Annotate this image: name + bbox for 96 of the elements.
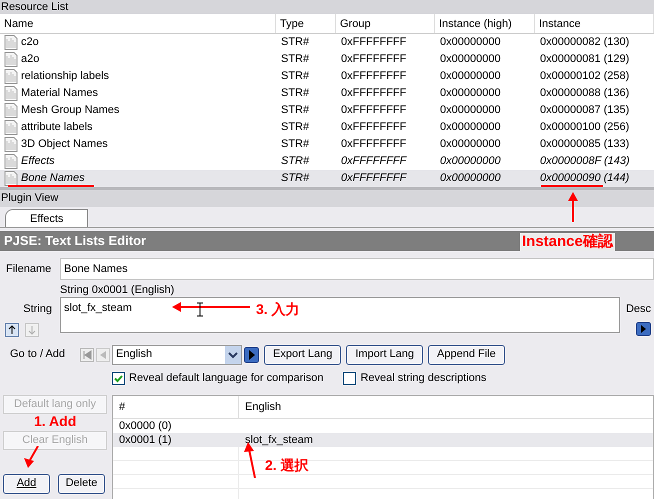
table-cell: 0x00000088 (136)	[540, 87, 630, 100]
resource-row[interactable]: Bone Names STR# 0xFFFFFFFF 0x00000000 0x00000090 (144)	[0, 170, 654, 187]
table-cell: 0x0001 (1)	[119, 434, 172, 446]
column-header[interactable]: Instance	[535, 14, 654, 33]
table-cell: 0x00000000	[440, 36, 501, 49]
toolbar-button[interactable]: Append File	[428, 344, 505, 364]
table-cell: 0xFFFFFFFF	[341, 53, 406, 66]
annotation-label: Instance確認	[520, 233, 615, 251]
add-button[interactable]: Add	[3, 474, 50, 494]
toolbar-button[interactable]: Export Lang	[264, 344, 342, 364]
table-cell: Bone Names	[21, 172, 85, 185]
table-cell: 0xFFFFFFFF	[341, 87, 406, 100]
table-cell: Mesh Group Names	[21, 104, 120, 117]
table-cell: attribute labels	[21, 121, 93, 134]
panel-title: Resource List	[0, 0, 654, 14]
filename-label: Filename	[5, 262, 52, 277]
table-cell: 0xFFFFFFFF	[341, 70, 406, 83]
table-cell: 0x00000000	[440, 104, 501, 117]
table-cell: a2o	[21, 53, 40, 66]
table-cell: 0xFFFFFFFF	[341, 138, 406, 151]
table-cell: 0x00000000	[440, 155, 501, 168]
table-cell: 0x00000000	[440, 138, 501, 151]
table-cell: relationship labels	[21, 70, 110, 83]
column-header[interactable]: Group	[336, 14, 435, 33]
table-cell: 0x00000000	[440, 53, 501, 66]
filename-field[interactable]: Bone Names	[60, 258, 654, 280]
table-cell: 0xFFFFFFFF	[341, 172, 406, 185]
table-cell: 0x00000102 (258)	[540, 70, 630, 83]
next-icon[interactable]	[244, 346, 259, 362]
table-cell: 0x0000008F (143)	[540, 155, 630, 168]
table-cell: 0x00000000	[440, 121, 501, 134]
goto-label: Go to / Add	[9, 347, 66, 362]
checkbox[interactable]	[343, 372, 356, 385]
table-cell: 0x00000000	[440, 70, 501, 83]
table-cell: 0x00000000	[440, 87, 501, 100]
table-cell: 0x00000082 (130)	[540, 36, 630, 49]
arrow-up-icon[interactable]	[5, 322, 19, 336]
annotation-label: 1. Add	[34, 414, 76, 429]
checkbox-label: Reveal default language for comparison	[129, 371, 324, 386]
document-icon	[4, 52, 18, 67]
string-row[interactable]: 0x0000 (0)	[113, 418, 653, 432]
table-cell: 0xFFFFFFFF	[341, 36, 406, 49]
string-label: String	[23, 302, 53, 317]
table-cell: 0x00000087 (135)	[540, 104, 630, 117]
column-header[interactable]: Name	[0, 14, 276, 33]
table-cell: 0xFFFFFFFF	[341, 155, 406, 168]
document-icon	[4, 86, 18, 101]
column-header[interactable]: #	[113, 396, 239, 418]
language-dropdown[interactable]: English	[112, 344, 242, 364]
checkbox[interactable]	[112, 372, 125, 385]
table-cell: 0x00000100 (256)	[540, 121, 630, 134]
table-cell: 0x0000 (0)	[119, 420, 172, 432]
tab[interactable]: Effects	[5, 209, 88, 227]
table-cell: 3D Object Names	[21, 138, 108, 151]
table-cell: STR#	[281, 104, 310, 117]
table-cell: STR#	[281, 155, 310, 168]
table-cell: Material Names	[21, 87, 98, 100]
column-header[interactable]: English	[239, 396, 653, 418]
document-icon	[4, 154, 18, 169]
document-icon	[4, 120, 18, 135]
table-cell: 0x00000000	[440, 172, 501, 185]
text-cursor-icon	[196, 302, 204, 317]
table-cell: STR#	[281, 36, 310, 49]
table-cell: slot_fx_steam	[245, 434, 313, 446]
annotation-label: 2. 選択	[265, 456, 309, 474]
table-cell: Effects	[21, 155, 55, 168]
table-cell: 0x00000085 (133)	[540, 138, 630, 151]
table-cell: STR#	[281, 70, 310, 83]
string-caption: String 0x0001 (English)	[60, 283, 176, 297]
table-cell: c2o	[21, 36, 39, 49]
document-icon	[4, 137, 18, 152]
arrow-drawing	[23, 446, 39, 468]
table-cell: STR#	[281, 53, 310, 66]
document-icon	[4, 103, 18, 118]
table-cell: STR#	[281, 138, 310, 151]
play-icon[interactable]	[636, 322, 651, 336]
panel-title: Plugin View	[0, 190, 654, 207]
document-icon	[4, 69, 18, 84]
column-header[interactable]: Type	[276, 14, 336, 33]
checkbox-label: Reveal string descriptions	[360, 371, 486, 386]
table-cell: 0x00000090 (144)	[540, 172, 630, 185]
table-cell: 0x00000081 (129)	[540, 53, 630, 66]
table-cell: STR#	[281, 87, 310, 100]
chevron-down-icon	[225, 346, 241, 364]
table-cell: 0xFFFFFFFF	[341, 104, 406, 117]
delete-button[interactable]: Delete	[58, 474, 105, 494]
arrow-drawing	[568, 192, 578, 222]
annotation-label: 3. 入力	[256, 300, 300, 318]
table-cell: 0xFFFFFFFF	[341, 121, 406, 134]
string-row[interactable]: 0x0001 (1) slot_fx_steam	[113, 432, 653, 446]
column-header[interactable]: Instance (high)	[435, 14, 535, 33]
desc-label: Desc	[626, 302, 651, 317]
underline-mark	[541, 185, 603, 187]
table-cell: STR#	[281, 121, 310, 134]
table-cell: STR#	[281, 172, 310, 185]
toolbar-button[interactable]: Import Lang	[346, 344, 424, 364]
